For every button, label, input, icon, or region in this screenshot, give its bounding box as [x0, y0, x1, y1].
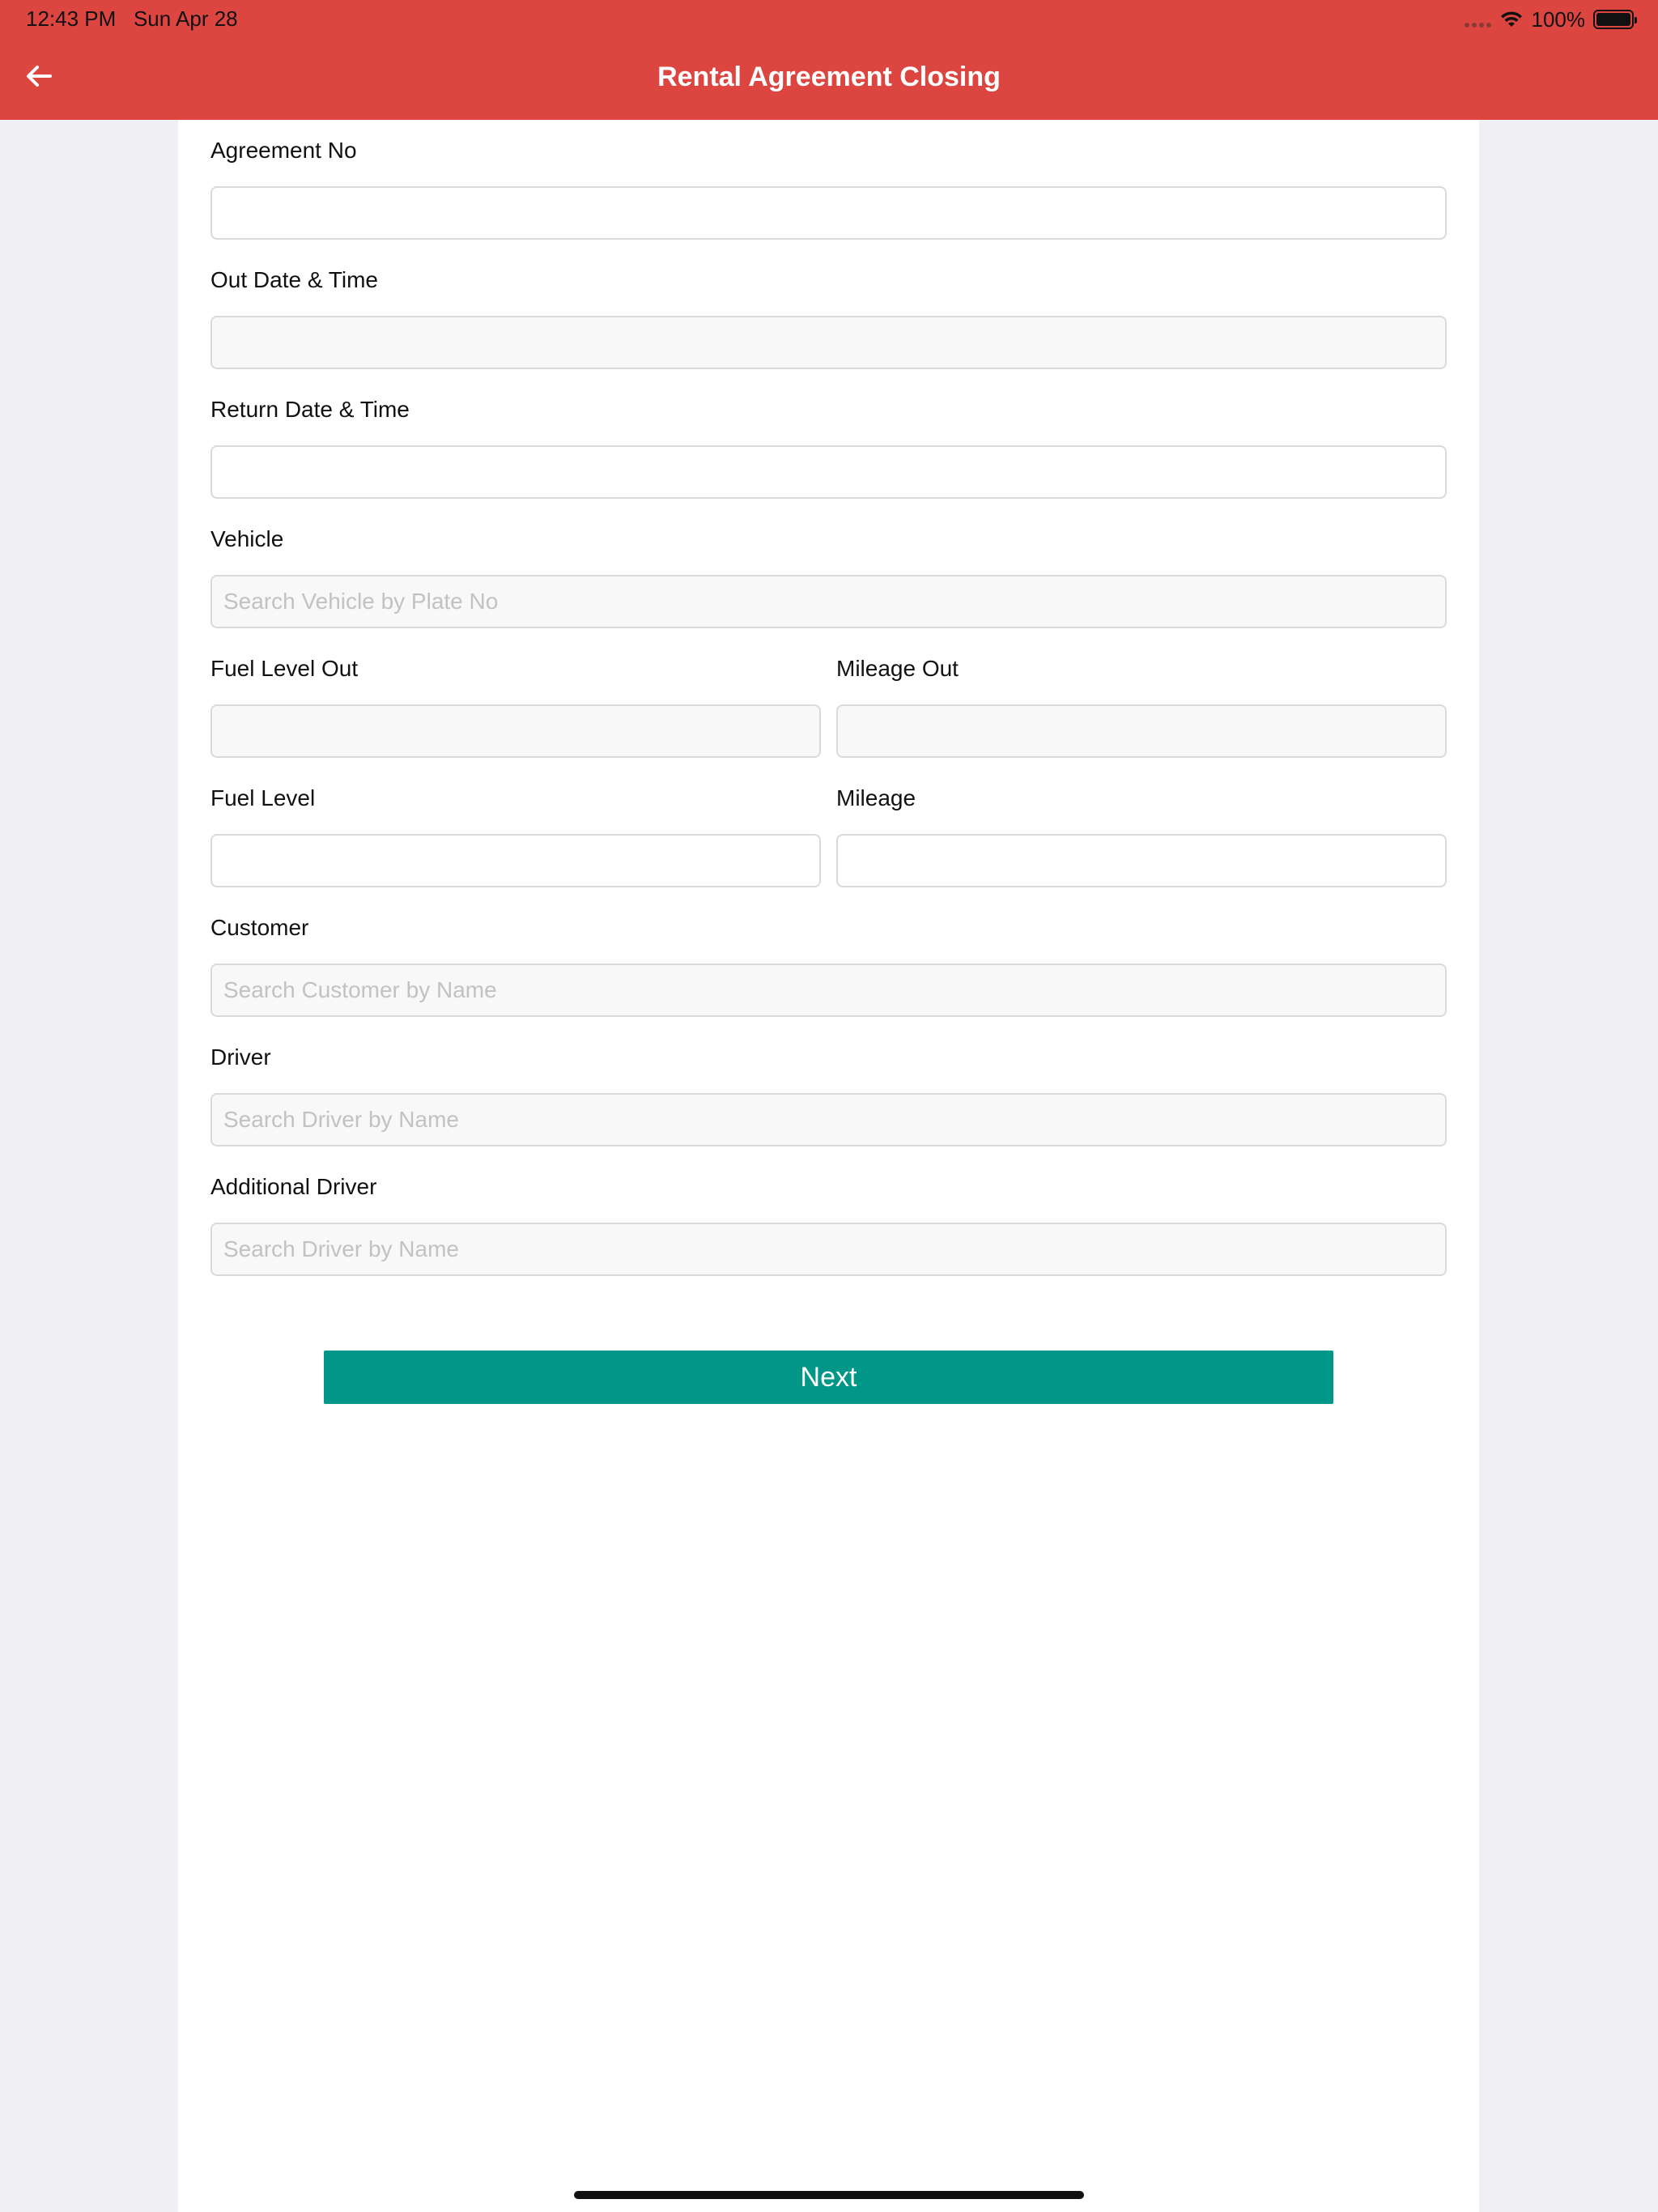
app-header: 12:43 PM Sun Apr 28 100% Rental Agreemen…	[0, 0, 1658, 120]
agreement-no-input[interactable]	[210, 186, 1447, 240]
agreement-no-field: Agreement No	[210, 136, 1447, 240]
vehicle-placeholder: Search Vehicle by Plate No	[223, 589, 499, 614]
driver-search-input[interactable]: Search Driver by Name	[210, 1093, 1447, 1146]
next-button[interactable]: Next	[324, 1351, 1333, 1404]
battery-icon	[1593, 10, 1637, 29]
fuel-level-out-label: Fuel Level Out	[210, 656, 359, 681]
fuel-level-field: Fuel Level	[210, 784, 821, 887]
customer-placeholder: Search Customer by Name	[223, 977, 497, 1002]
mileage-input[interactable]	[836, 834, 1447, 887]
battery-percent: 100%	[1531, 6, 1586, 32]
page-title: Rental Agreement Closing	[657, 62, 1001, 92]
wifi-icon	[1500, 11, 1522, 27]
fuel-level-input[interactable]	[210, 834, 821, 887]
status-time: 12:43 PM Sun Apr 28	[26, 6, 238, 32]
customer-field: Customer Search Customer by Name	[210, 913, 1447, 1017]
mileage-field: Mileage	[836, 784, 1447, 887]
customer-label: Customer	[210, 915, 309, 940]
driver-placeholder: Search Driver by Name	[223, 1107, 459, 1132]
mileage-out-label: Mileage Out	[836, 656, 959, 681]
additional-driver-field: Additional Driver Search Driver by Name	[210, 1172, 1447, 1276]
mileage-label: Mileage	[836, 785, 916, 810]
status-right: 100%	[1464, 6, 1637, 32]
vehicle-field: Vehicle Search Vehicle by Plate No	[210, 525, 1447, 628]
return-date-time-label: Return Date & Time	[210, 397, 410, 422]
out-date-time-field: Out Date & Time	[210, 266, 1447, 369]
signal-icon	[1464, 11, 1491, 28]
vehicle-label: Vehicle	[210, 526, 284, 551]
return-date-time-input[interactable]	[210, 445, 1447, 499]
form-container: Agreement No Out Date & Time Return Date…	[178, 120, 1479, 2212]
mileage-out-field: Mileage Out	[836, 654, 1447, 758]
return-date-time-field: Return Date & Time	[210, 395, 1447, 499]
additional-driver-search-input[interactable]: Search Driver by Name	[210, 1223, 1447, 1276]
home-indicator	[574, 2191, 1084, 2199]
vehicle-search-input[interactable]: Search Vehicle by Plate No	[210, 575, 1447, 628]
out-date-time-input[interactable]	[210, 316, 1447, 369]
fuel-level-out-field: Fuel Level Out	[210, 654, 821, 758]
driver-label: Driver	[210, 1044, 271, 1070]
mileage-out-input[interactable]	[836, 704, 1447, 758]
fuel-level-out-input[interactable]	[210, 704, 821, 758]
out-date-time-label: Out Date & Time	[210, 267, 378, 292]
additional-driver-placeholder: Search Driver by Name	[223, 1236, 459, 1261]
status-clock: 12:43 PM	[26, 6, 117, 31]
driver-field: Driver Search Driver by Name	[210, 1043, 1447, 1146]
agreement-no-label: Agreement No	[210, 138, 357, 163]
additional-driver-label: Additional Driver	[210, 1174, 377, 1199]
customer-search-input[interactable]: Search Customer by Name	[210, 963, 1447, 1017]
fuel-level-label: Fuel Level	[210, 785, 316, 810]
status-date: Sun Apr 28	[133, 6, 238, 31]
